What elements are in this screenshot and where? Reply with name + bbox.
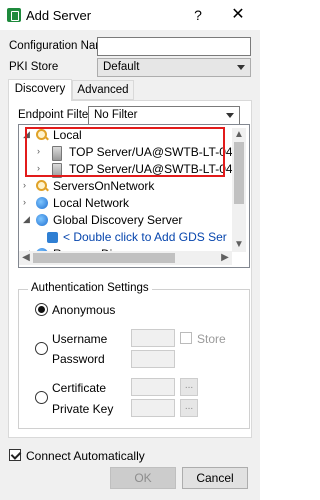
connect-automatically-label: Connect Automatically bbox=[26, 449, 145, 463]
cancel-button[interactable]: Cancel bbox=[182, 467, 248, 489]
scroll-up-icon[interactable]: ▲ bbox=[232, 128, 246, 142]
chevron-down-icon bbox=[237, 65, 245, 70]
private-key-input[interactable] bbox=[131, 399, 175, 417]
certificate-input[interactable] bbox=[131, 378, 175, 396]
ok-button[interactable]: OK bbox=[110, 467, 176, 489]
pki-store-value: Default bbox=[103, 61, 140, 73]
horizontal-scroll-thumb[interactable] bbox=[33, 253, 175, 263]
app-icon bbox=[7, 8, 21, 22]
tab-advanced[interactable]: Advanced bbox=[72, 80, 134, 100]
endpoint-filter-value: No Filter bbox=[94, 109, 138, 121]
endpoint-filter-select[interactable]: No Filter bbox=[88, 106, 240, 125]
password-label: Password bbox=[52, 352, 105, 366]
store-checkbox[interactable] bbox=[180, 332, 192, 344]
globe-icon bbox=[36, 197, 48, 209]
collapsed-chevron-icon[interactable]: › bbox=[23, 197, 33, 209]
highlight-box bbox=[25, 127, 225, 177]
endpoint-filter-label: Endpoint Filter: bbox=[18, 109, 96, 121]
connect-automatically-checkbox[interactable] bbox=[9, 449, 21, 461]
scroll-right-icon[interactable]: ▶ bbox=[218, 251, 232, 265]
certificate-browse-button[interactable]: ... bbox=[180, 378, 198, 396]
tab-discovery[interactable]: Discovery bbox=[8, 79, 72, 101]
anonymous-label: Anonymous bbox=[52, 303, 116, 317]
username-label: Username bbox=[52, 332, 108, 346]
username-radio[interactable] bbox=[35, 342, 48, 355]
tree-label-gds: Global Discovery Server bbox=[53, 213, 183, 227]
pki-store-select[interactable]: Default bbox=[97, 58, 251, 77]
vertical-scroll-thumb[interactable] bbox=[234, 142, 244, 204]
scroll-left-icon[interactable]: ◀ bbox=[19, 251, 33, 265]
pki-store-label: PKI Store bbox=[9, 61, 59, 73]
window-title: Add Server bbox=[26, 8, 92, 23]
certificate-label: Certificate bbox=[52, 381, 107, 395]
collapsed-chevron-icon[interactable]: › bbox=[23, 180, 33, 192]
config-name-label: Configuration Name bbox=[9, 40, 112, 52]
private-key-browse-button[interactable]: ... bbox=[180, 399, 198, 417]
auth-settings-title: Authentication Settings bbox=[28, 282, 152, 294]
plugin-icon bbox=[47, 232, 58, 243]
search-icon bbox=[36, 180, 48, 192]
tree-label-add-gds: < Double click to Add GDS Ser bbox=[63, 230, 227, 244]
globe-icon bbox=[36, 214, 48, 226]
chevron-down-icon bbox=[226, 113, 234, 118]
config-name-input[interactable] bbox=[97, 37, 251, 56]
tree-label-local-network: Local Network bbox=[53, 196, 130, 210]
password-input[interactable] bbox=[131, 350, 175, 368]
scroll-down-icon[interactable]: ▼ bbox=[232, 238, 246, 252]
help-button[interactable]: ? bbox=[188, 5, 208, 25]
username-input[interactable] bbox=[131, 329, 175, 347]
certificate-radio[interactable] bbox=[35, 391, 48, 404]
private-key-label: Private Key bbox=[52, 402, 114, 416]
tree-label-servers-on-network: ServersOnNetwork bbox=[53, 179, 155, 193]
anonymous-radio[interactable] bbox=[35, 303, 48, 316]
expanded-chevron-icon[interactable]: ◢ bbox=[23, 214, 33, 226]
close-button[interactable]: ✕ bbox=[228, 5, 248, 25]
store-label: Store bbox=[197, 332, 226, 346]
